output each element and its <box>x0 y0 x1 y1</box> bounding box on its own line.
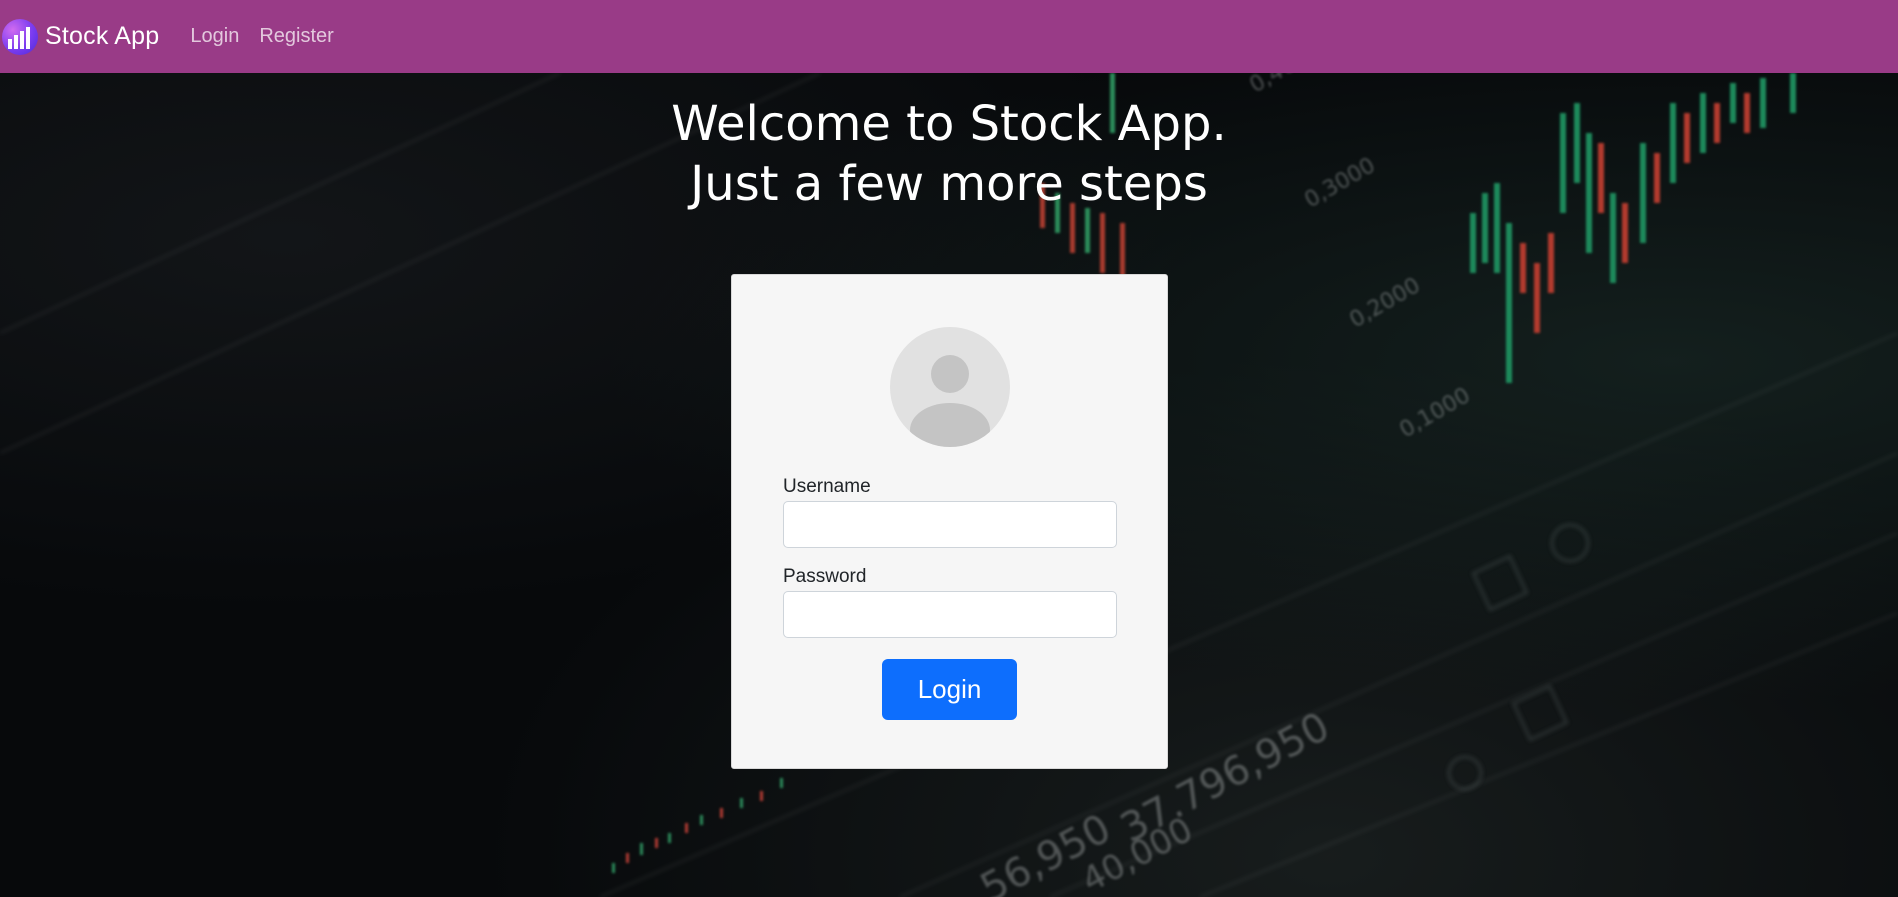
nav-login-link[interactable]: Login <box>190 25 239 48</box>
bg-value-label: 0,1000 <box>1396 383 1475 443</box>
login-button[interactable]: Login <box>882 659 1017 720</box>
username-label: Username <box>783 476 871 497</box>
password-label: Password <box>783 566 867 587</box>
bar-chart-icon <box>2 18 38 55</box>
password-input[interactable] <box>783 591 1117 638</box>
brand-link[interactable]: Stock App <box>0 0 159 73</box>
welcome-line-1: Welcome to Stock App. <box>671 96 1227 152</box>
login-card: Username Password Login <box>731 274 1168 769</box>
navbar: Stock App Login Register <box>0 0 1898 73</box>
welcome-heading: Welcome to Stock App. Just a few more st… <box>0 94 1898 214</box>
welcome-line-2: Just a few more steps <box>690 156 1208 212</box>
nav-register-link[interactable]: Register <box>259 25 333 48</box>
brand-name: Stock App <box>45 22 160 50</box>
username-input[interactable] <box>783 501 1117 548</box>
user-avatar-icon <box>890 327 1010 447</box>
bg-value-label: 0,2000 <box>1346 273 1425 333</box>
